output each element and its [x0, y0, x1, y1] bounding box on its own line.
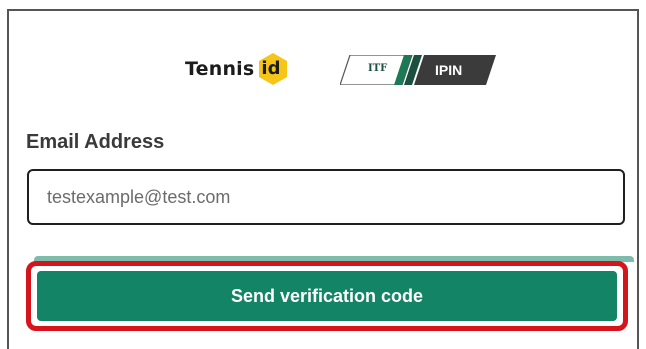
logo-row: Tennis id ITF IPIN	[9, 49, 637, 89]
tennis-id-wordmark: Tennis	[185, 58, 255, 80]
send-verification-code-button[interactable]: Send verification code	[37, 271, 617, 321]
itf-mark: ITF	[368, 63, 388, 74]
email-address-label: Email Address	[26, 131, 165, 153]
send-button-highlight: Send verification code	[26, 261, 628, 331]
id-badge-text: id	[261, 58, 281, 79]
itf-ipin-logo: ITF IPIN	[339, 54, 498, 86]
email-field[interactable]	[27, 169, 625, 225]
login-panel: Tennis id ITF IPIN Email Address Send ve…	[7, 9, 639, 349]
tennis-id-logo: Tennis id	[185, 52, 290, 86]
ipin-label: IPIN	[435, 62, 463, 78]
id-hexagon-icon: id	[256, 52, 290, 86]
